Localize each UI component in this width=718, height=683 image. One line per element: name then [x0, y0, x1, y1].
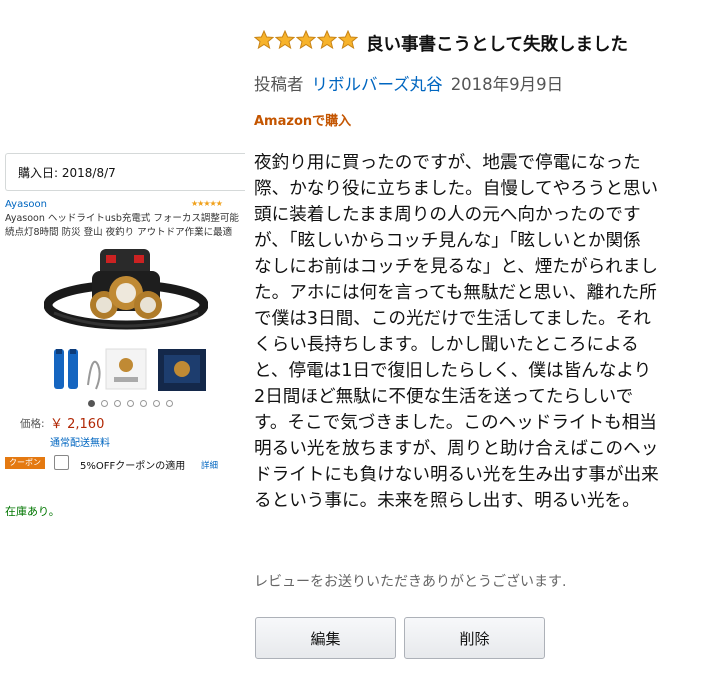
product-name-line: 続点灯8時間 防災 登山 夜釣り アウトドア作業に最適 [5, 227, 233, 238]
stock-status: 在庫あり。 [5, 505, 60, 518]
byline-prefix: 投稿者 [254, 75, 304, 94]
product-name-line: Ayasoon ヘッドライトusb充電式 フォーカス調整可能 [5, 213, 239, 224]
edit-button[interactable]: 編集 [255, 617, 396, 659]
review-body-line: で僕は3日間、この光だけで生活してました。それ [254, 309, 651, 329]
review-body-line: るという事に。未来を照らし出す、明るい光を。 [254, 491, 640, 511]
carousel-dot[interactable] [88, 400, 95, 407]
star-icon [317, 30, 337, 50]
review-panel: 良い事書こうとして失敗しました 投稿者 リボルバーズ丸谷 2018年9月9日 Ama… [238, 0, 718, 683]
price-label: 価格: [20, 418, 45, 430]
carousel-dot[interactable] [101, 400, 108, 407]
review-body-line: が、「眩しいからコッチ見んな」「眩しいとか関係 [254, 231, 641, 251]
coupon-badge: クーポン [5, 457, 45, 469]
product-name[interactable]: Ayasoon ヘッドライトusb充電式 フォーカス調整可能 続点灯8時間 防災… [5, 212, 243, 240]
verified-purchase-badge: Amazonで購入 [254, 114, 352, 129]
delete-button[interactable]: 削除 [404, 617, 545, 659]
review-title: 良い事書こうとして失敗しました [366, 35, 628, 55]
shipping-link[interactable]: 通常配送無料 [50, 434, 110, 449]
coupon-checkbox[interactable] [54, 455, 69, 470]
review-body-line: た。アホには何を言っても無駄だと思い、離れた所 [254, 283, 657, 303]
review-body-line: 2日間ほど無駄に不便な生活を送ってたらしいで [254, 387, 634, 407]
carousel-dot[interactable] [127, 400, 134, 407]
purchase-date: 購入日: 2018/8/7 [5, 153, 245, 191]
brand-link[interactable]: Ayasoon [5, 199, 47, 210]
accessory-image [54, 348, 206, 391]
review-body-line: くらい長持ちします。しかし聞いたところによる [254, 335, 639, 355]
star-icon [338, 30, 358, 50]
product-image[interactable] [44, 243, 208, 343]
review-body: 夜釣り用に買ったのですが、地震で停電になった 際、かなり役に立ちました。自慢して… [254, 150, 716, 514]
review-body-line: す。そこで気づきました。このヘッドライトも相当 [254, 413, 657, 433]
star-icon [296, 30, 316, 50]
review-body-line: 頭に装着したまま周りの人の元へ向かったのです [254, 205, 641, 225]
star-icon [275, 30, 295, 50]
author-link[interactable]: リボルバーズ丸谷 [312, 75, 443, 94]
thanks-message: レビューをお送りいただきありがとうございます. [254, 574, 567, 590]
review-date: 2018年9月9日 [450, 75, 564, 94]
coupon-label: 5%OFFクーポンの適用 [80, 461, 186, 472]
carousel-dot[interactable] [153, 400, 160, 407]
coupon-detail-link[interactable]: 詳細 [201, 459, 218, 471]
carousel-dot[interactable] [140, 400, 147, 407]
review-body-line: ドライトにも負けない明るい光を生み出す事が出来 [254, 465, 659, 485]
review-rating-stars [254, 30, 358, 50]
carousel-dot[interactable] [114, 400, 121, 407]
review-body-line: 明るい光を放ちますが、周りと助け合えばこのヘッ [254, 439, 659, 459]
review-body-line: なしにお前はコッチを見るな」と、煙たがられまし [254, 257, 658, 277]
product-card: 購入日: 2018/8/7 Ayasoon ★★★★★ Ayasoon ヘッドラ… [0, 0, 245, 683]
product-rating-stars: ★★★★★ [191, 199, 223, 208]
review-byline: 投稿者 リボルバーズ丸谷 2018年9月9日 [254, 71, 563, 95]
price-value: ￥ 2,160 [50, 417, 105, 432]
review-body-line: 際、かなり役に立ちました。自慢してやろうと思い [254, 179, 659, 199]
review-body-line: 夜釣り用に買ったのですが、地震で停電になった [254, 153, 641, 173]
image-carousel-dots[interactable] [88, 400, 173, 407]
review-body-line: と、停電は1日で復旧したらしく、僕は皆んなより [254, 361, 652, 381]
star-icon [254, 30, 274, 50]
carousel-dot[interactable] [166, 400, 173, 407]
